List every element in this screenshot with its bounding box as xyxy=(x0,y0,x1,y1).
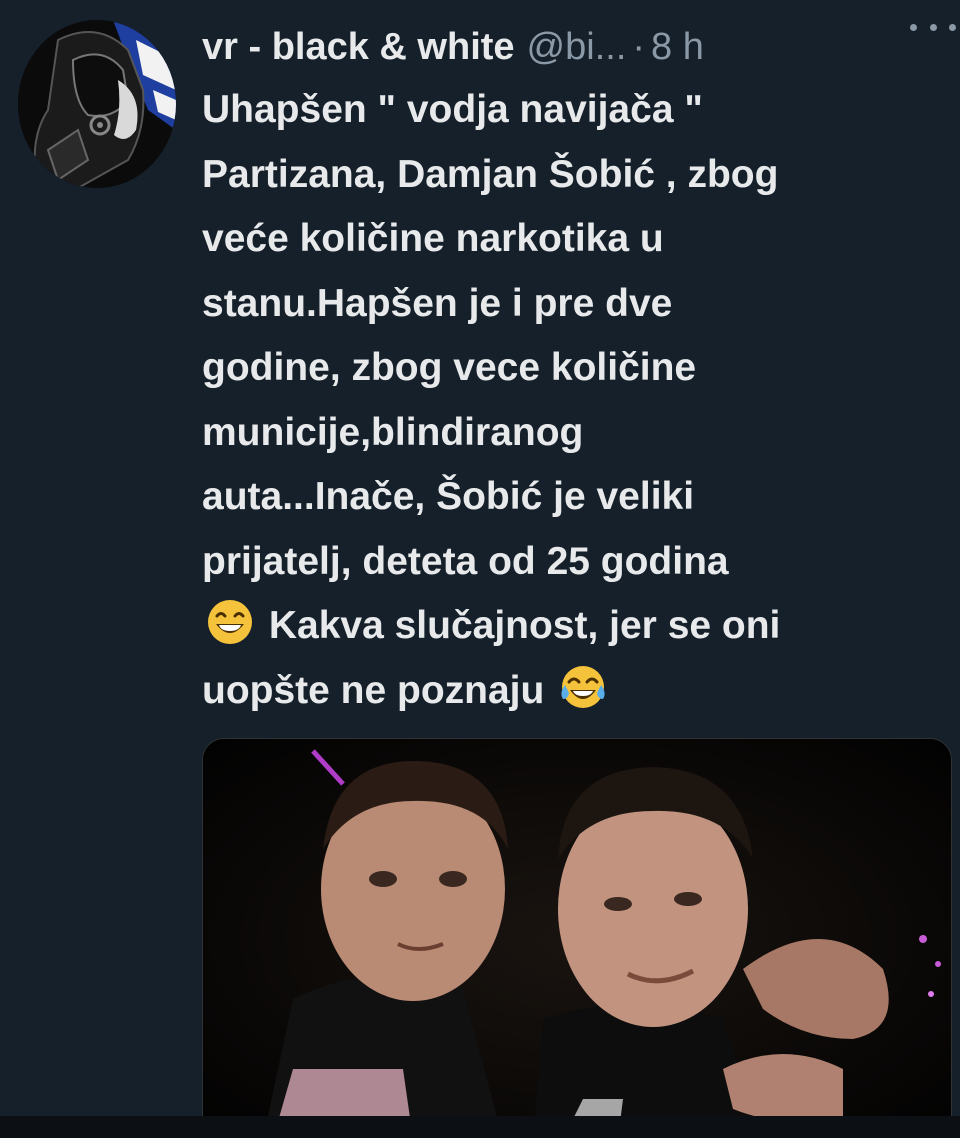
tweet-header: vr - black & white @bi... · 8 h xyxy=(202,20,942,74)
tweet-photo[interactable] xyxy=(202,738,952,1138)
tweet-text-part-1: Uhapšen " vodja navijača " Partizana, Da… xyxy=(202,88,779,583)
bottom-edge xyxy=(0,1116,960,1138)
display-name[interactable]: vr - black & white xyxy=(202,20,515,74)
tweet-text: Uhapšen " vodja navijača " Partizana, Da… xyxy=(202,78,942,723)
face-with-tears-of-joy-icon xyxy=(561,665,605,708)
separator-dot: · xyxy=(632,26,646,68)
timestamp[interactable]: 8 h xyxy=(651,20,704,74)
grinning-face-with-smiling-eyes-icon xyxy=(208,600,252,644)
more-options-button[interactable] xyxy=(910,12,956,42)
avatar[interactable] xyxy=(18,20,176,188)
more-horizontal-icon xyxy=(910,23,917,31)
user-handle[interactable]: @bi... xyxy=(527,20,627,74)
tweet-text-part-2: Kakva slučajnost, jer se oni uopšte ne p… xyxy=(202,604,781,712)
tweet[interactable]: vr - black & white @bi... · 8 h Uhapšen … xyxy=(0,0,960,1138)
